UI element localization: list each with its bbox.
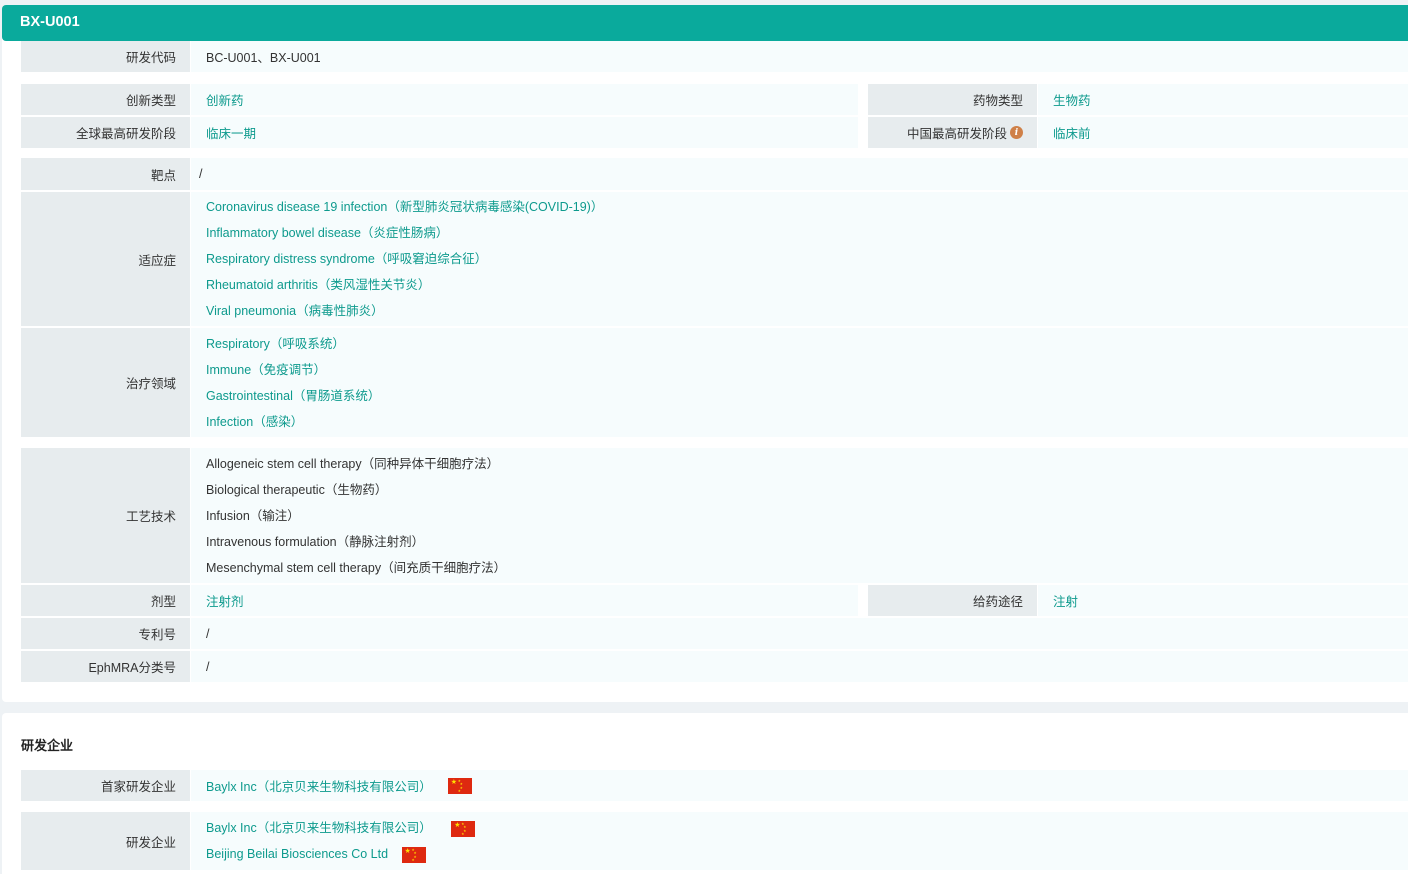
therapy-area-item[interactable]: Immune（免疫调节） — [206, 357, 1408, 383]
route-link[interactable]: 注射 — [1053, 591, 1078, 610]
therapy-area-item[interactable]: Respiratory（呼吸系统） — [206, 331, 1408, 357]
china-flag-icon: ★ ★ ★ ★ ★ — [401, 846, 426, 863]
rd-company-item: Baylx Inc（北京贝来生物科技有限公司） ★ ★ ★ ★ ★ — [206, 815, 1408, 841]
company-section-title: 研发企业 — [21, 738, 74, 753]
indication-item[interactable]: Viral pneumonia（病毒性肺炎） — [206, 298, 1408, 324]
therapy-area-item[interactable]: Infection（感染） — [206, 409, 1408, 435]
target-value: / — [191, 158, 1408, 190]
indication-list: Coronavirus disease 19 infection（新型肺炎冠状病… — [191, 192, 1408, 326]
drug-title: BX-U001 — [20, 14, 80, 30]
info-icon[interactable]: i — [1010, 126, 1023, 139]
china-stage-label-cell: 中国最高研发阶段 i — [868, 117, 1037, 148]
indication-label: 适应症 — [21, 192, 190, 326]
ephmra-label: EphMRA分类号 — [21, 651, 190, 682]
first-company-cell: Baylx Inc（北京贝来生物科技有限公司） ★ ★ ★ ★ ★ — [191, 770, 1408, 801]
patent-label: 专利号 — [21, 618, 190, 649]
drug-type-label: 药物类型 — [868, 84, 1037, 115]
technology-item: Biological therapeutic（生物药） — [206, 482, 388, 497]
china-stage-label: 中国最高研发阶段 — [906, 127, 1007, 141]
global-stage-link[interactable]: 临床一期 — [206, 123, 256, 142]
rd-code-value: BC-U001、BX-U001 — [191, 41, 1408, 72]
technology-label: 工艺技术 — [21, 448, 190, 583]
rd-company-item: Beijing Beilai Biosciences Co Ltd ★ ★ ★ … — [206, 841, 1408, 867]
technology-list: Allogeneic stem cell therapy（同种异体干细胞疗法） … — [191, 448, 1408, 583]
innovation-type-label: 创新类型 — [21, 84, 190, 115]
rd-company-label: 研发企业 — [21, 812, 190, 870]
technology-item: Intravenous formulation（静脉注射剂） — [206, 534, 425, 549]
indication-item[interactable]: Coronavirus disease 19 infection（新型肺炎冠状病… — [206, 194, 1408, 220]
indication-item[interactable]: Inflammatory bowel disease（炎症性肠病） — [206, 220, 1408, 246]
dosage-form-link[interactable]: 注射剂 — [206, 591, 244, 610]
target-label: 靶点 — [21, 158, 190, 190]
card-header: BX-U001 — [2, 5, 1408, 41]
technology-item: Infusion（输注） — [206, 508, 300, 523]
therapy-area-list: Respiratory（呼吸系统） Immune（免疫调节） Gastroint… — [191, 328, 1408, 437]
rd-company-link[interactable]: Baylx Inc（北京贝来生物科技有限公司） — [206, 821, 432, 835]
global-stage-cell: 临床一期 — [191, 117, 858, 148]
china-flag-icon: ★ ★ ★ ★ ★ — [451, 820, 476, 837]
first-company-link[interactable]: Baylx Inc（北京贝来生物科技有限公司） — [206, 776, 432, 795]
drug-type-cell: 生物药 — [1038, 84, 1408, 115]
china-stage-link[interactable]: 临床前 — [1053, 123, 1091, 142]
drug-type-link[interactable]: 生物药 — [1053, 90, 1091, 109]
indication-item[interactable]: Respiratory distress syndrome（呼吸窘迫综合征） — [206, 246, 1408, 272]
therapy-area-label: 治疗领域 — [21, 328, 190, 437]
technology-item: Mesenchymal stem cell therapy（间充质干细胞疗法） — [206, 560, 507, 575]
ephmra-value: / — [191, 651, 1408, 682]
china-flag-icon: ★ ★ ★ ★ ★ — [447, 777, 472, 794]
innovation-type-link[interactable]: 创新药 — [206, 90, 244, 109]
first-company-label: 首家研发企业 — [21, 770, 190, 801]
indication-item[interactable]: Rheumatoid arthritis（类风湿性关节炎） — [206, 272, 1408, 298]
global-stage-label: 全球最高研发阶段 — [21, 117, 190, 148]
patent-value: / — [191, 618, 1408, 649]
technology-item: Allogeneic stem cell therapy（同种异体干细胞疗法） — [206, 456, 500, 471]
route-cell: 注射 — [1038, 585, 1408, 616]
china-stage-cell: 临床前 — [1038, 117, 1408, 148]
dosage-form-label: 剂型 — [21, 585, 190, 616]
dosage-form-cell: 注射剂 — [191, 585, 858, 616]
therapy-area-item[interactable]: Gastrointestinal（胃肠道系统） — [206, 383, 1408, 409]
rd-company-list: Baylx Inc（北京贝来生物科技有限公司） ★ ★ ★ ★ ★ Beijin… — [191, 812, 1408, 870]
innovation-type-cell: 创新药 — [191, 84, 858, 115]
route-label: 给药途径 — [868, 585, 1037, 616]
rd-company-link[interactable]: Beijing Beilai Biosciences Co Ltd — [206, 847, 388, 861]
rd-code-label: 研发代码 — [21, 41, 190, 72]
